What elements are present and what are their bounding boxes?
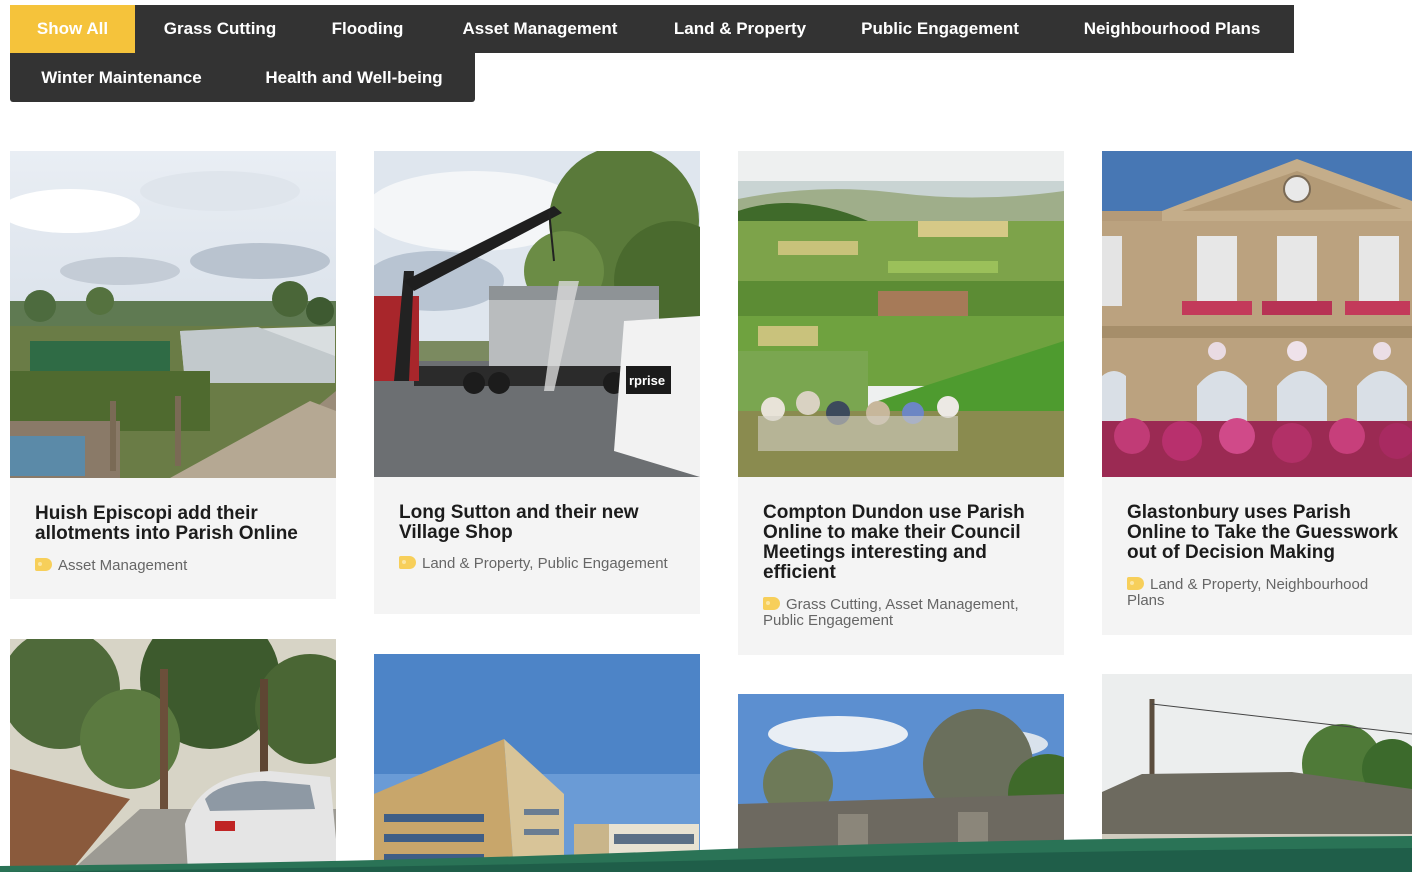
- post-category-links[interactable]: Land & Property, Public Engagement: [422, 555, 668, 572]
- crane-lorry-photo: rprise: [374, 151, 700, 477]
- town-hall-flowers-photo: [1102, 151, 1412, 477]
- post-thumbnail[interactable]: [10, 151, 336, 478]
- filter-land-property[interactable]: Land & Property: [650, 5, 830, 53]
- filter-winter-maintenance[interactable]: Winter Maintenance: [10, 53, 233, 102]
- footer-wave-band: [0, 836, 1412, 872]
- post-category-links[interactable]: Land & Property, Neighbourhood Plans: [1127, 576, 1368, 609]
- post-thumbnail[interactable]: [1102, 151, 1412, 477]
- post-categories: Asset Management: [35, 558, 312, 574]
- tag-icon: [763, 597, 780, 610]
- post-title[interactable]: Glastonbury uses Parish Online to Take t…: [1127, 503, 1398, 563]
- filter-health-well-being[interactable]: Health and Well-being: [233, 53, 475, 102]
- post-thumbnail[interactable]: [738, 151, 1064, 477]
- filter-flooding[interactable]: Flooding: [305, 5, 430, 53]
- post-categories: Land & Property, Neighbourhood Plans: [1127, 577, 1388, 609]
- tag-icon: [399, 556, 416, 569]
- filter-asset-management[interactable]: Asset Management: [430, 5, 650, 53]
- filter-grass-cutting[interactable]: Grass Cutting: [135, 5, 305, 53]
- category-filter-bar: Show All Grass Cutting Flooding Asset Ma…: [10, 5, 1294, 53]
- filter-neighbourhood-plans[interactable]: Neighbourhood Plans: [1050, 5, 1294, 53]
- category-filter-bar-row2: Winter Maintenance Health and Well-being: [10, 53, 475, 102]
- filter-show-all[interactable]: Show All: [10, 5, 135, 53]
- post-card[interactable]: Glastonbury uses Parish Online to Take t…: [1102, 151, 1412, 635]
- svg-text:rprise: rprise: [629, 373, 665, 388]
- post-title[interactable]: Long Sutton and their new Village Shop: [399, 503, 686, 543]
- post-title[interactable]: Huish Episcopi add their allotments into…: [35, 504, 322, 544]
- post-card[interactable]: rprise Long Sutton and their new Village…: [374, 151, 700, 614]
- allotments-photo: [10, 151, 336, 478]
- post-category-links[interactable]: Grass Cutting, Asset Management, Public …: [763, 596, 1019, 629]
- post-categories: Land & Property, Public Engagement: [399, 556, 676, 572]
- tag-icon: [35, 558, 52, 571]
- post-card[interactable]: Huish Episcopi add their allotments into…: [10, 151, 336, 599]
- post-card[interactable]: Compton Dundon use Parish Online to make…: [738, 151, 1064, 655]
- post-thumbnail[interactable]: rprise: [374, 151, 700, 477]
- post-title[interactable]: Compton Dundon use Parish Online to make…: [763, 503, 1050, 583]
- countryside-view-photo: [738, 151, 1064, 477]
- tag-icon: [1127, 577, 1144, 590]
- filter-public-engagement[interactable]: Public Engagement: [830, 5, 1050, 53]
- post-category-links[interactable]: Asset Management: [58, 557, 187, 574]
- post-categories: Grass Cutting, Asset Management, Public …: [763, 597, 1040, 629]
